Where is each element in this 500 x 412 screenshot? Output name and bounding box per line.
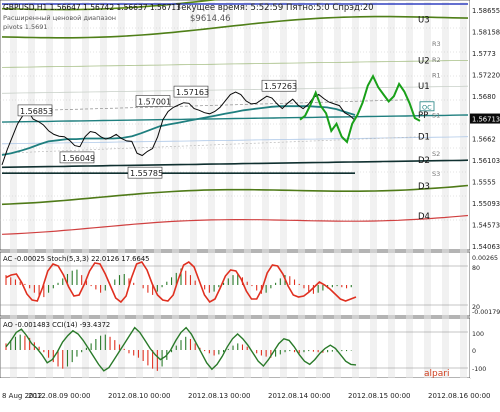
session-band bbox=[442, 2, 449, 378]
session-band bbox=[172, 2, 179, 378]
rs-label: R3 bbox=[432, 40, 441, 48]
pivot-label: D3 bbox=[418, 182, 430, 192]
rs-label: R1 bbox=[432, 71, 441, 79]
subtitle-2: pivots 1.5691 bbox=[3, 23, 48, 31]
price-tick-label: 1.5662 bbox=[472, 136, 496, 144]
price-tick-label: 1.55093 bbox=[472, 200, 500, 208]
time-label: Текущее время: 5:52:59 Пятно:5:0 Спрэд:2… bbox=[175, 3, 374, 13]
ao-tick-label: 100 bbox=[472, 331, 484, 338]
price-tick-label: 1.56103 bbox=[472, 157, 500, 165]
rs-label: S1 bbox=[432, 111, 440, 119]
watermark-logo: alpari bbox=[424, 369, 449, 379]
session-band bbox=[316, 2, 323, 378]
pivot-label: U1 bbox=[418, 82, 430, 92]
price-note: $9614.46 bbox=[190, 14, 231, 24]
pivot-label: PP bbox=[418, 111, 428, 121]
price-tick-label: 1.54573 bbox=[472, 222, 500, 230]
pivot-label: D4 bbox=[418, 212, 430, 222]
rs-label: S2 bbox=[432, 150, 440, 158]
time-tick-label: 2012.08.10 00:00 bbox=[108, 392, 170, 400]
price-annotation: 1.55785 bbox=[130, 169, 163, 178]
price-annotation: 1.57263 bbox=[264, 82, 297, 91]
ac-panel-title: AC -0.00025 Stoch(5,3,3) 22.0126 17.6645 bbox=[3, 255, 149, 263]
ac-tick-label: 80 bbox=[472, 265, 480, 272]
rs-label: S3 bbox=[432, 170, 440, 178]
price-tick-label: 1.54063 bbox=[472, 243, 500, 251]
pivot-label: D1 bbox=[418, 133, 430, 143]
price-tick-label: 1.5555 bbox=[472, 179, 496, 187]
pivot-label: U2 bbox=[418, 56, 430, 66]
session-band bbox=[136, 2, 143, 378]
ac-tick-label: 0.00265 bbox=[472, 255, 498, 262]
time-tick-label: 2012.08.15 00:00 bbox=[348, 392, 410, 400]
ac-tick-label: -0.00179 bbox=[472, 309, 500, 316]
oc-tag: OC bbox=[422, 103, 432, 111]
session-band bbox=[352, 2, 359, 378]
price-annotation: 1.56049 bbox=[62, 154, 95, 163]
subtitle-1: Расширенный ценовой диапазон bbox=[3, 14, 116, 22]
price-tick-label: 1.5773 bbox=[472, 50, 496, 58]
session-band bbox=[460, 2, 467, 378]
chart-window: AC -0.00025 Stoch(5,3,3) 22.0126 17.6645… bbox=[0, 0, 500, 408]
chart-canvas: AC -0.00025 Stoch(5,3,3) 22.0126 17.6645… bbox=[0, 0, 500, 408]
session-band bbox=[334, 2, 341, 378]
pivot-label: D2 bbox=[418, 156, 430, 166]
time-tick-label: 2012.08.09 00:00 bbox=[28, 392, 90, 400]
rs-label: R2 bbox=[432, 56, 441, 64]
session-band bbox=[370, 2, 377, 378]
price-tick-label: 1.58158 bbox=[472, 28, 500, 36]
last-price-label: 1.56713 bbox=[472, 116, 500, 124]
session-band bbox=[118, 2, 125, 378]
time-tick-label: 2012.08.16 00:00 bbox=[428, 392, 490, 400]
pivot-label: U3 bbox=[418, 15, 430, 25]
symbol-line: GBPUSD,H1 1.56647 1.56742 1.56637 1.5671… bbox=[3, 3, 181, 12]
price-annotation: 1.56853 bbox=[20, 107, 53, 116]
price-annotation: 1.57001 bbox=[138, 98, 171, 107]
ao-tick-label: 0 bbox=[472, 348, 476, 355]
price-annotation: 1.57163 bbox=[176, 88, 209, 97]
price-tick-label: 1.5680 bbox=[472, 93, 496, 101]
price-tick-label: 1.58655 bbox=[472, 7, 500, 15]
time-tick-label: 2012.08.14 00:00 bbox=[268, 392, 330, 400]
price-tick-label: 1.57220 bbox=[472, 71, 500, 79]
session-band bbox=[154, 2, 161, 378]
ao-panel-title: AO -0.001483 CCI(14) -93.4372 bbox=[3, 321, 110, 329]
ao-tick-label: -100 bbox=[472, 366, 486, 373]
time-tick-label: 2012.08.13 00:00 bbox=[188, 392, 250, 400]
